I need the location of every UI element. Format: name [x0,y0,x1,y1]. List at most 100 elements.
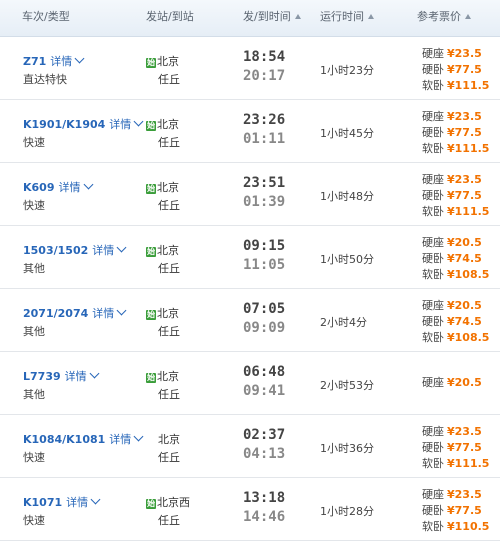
detail-link[interactable]: 详情 [92,305,127,320]
price-amount: ¥111.5 [447,142,490,155]
price-list: 硬座 ¥20.5 [422,375,482,391]
train-type: 快速 [23,514,45,527]
departure-station-name: 北京 [157,244,179,257]
detail-label[interactable]: 详情 [50,55,72,68]
price-item: 硬座 ¥23.5 [422,424,489,440]
price-item: 软卧 ¥108.5 [422,330,489,346]
travel-duration: 2小时4分 [320,316,367,329]
detail-link[interactable]: 详情 [66,494,101,509]
seat-class-label: 软卧 [422,205,444,218]
arrival-station: 任丘 [158,73,180,86]
chevron-down-icon[interactable] [89,368,100,379]
departure-station: 始北京 [146,53,179,69]
price-item: 软卧 ¥111.5 [422,456,489,472]
origin-station-badge: 始 [146,247,156,257]
train-number[interactable]: K1084/K1081 [23,433,105,446]
seat-class-label: 硬卧 [422,441,444,454]
chevron-down-icon[interactable] [133,116,144,127]
table-row: Z71 详情 直达特快 始北京 任丘 18:54 20:17 1小时23分 硬座 ¥… [0,37,500,100]
price-amount: ¥23.5 [447,425,482,438]
departure-station: 始北京 [146,368,179,384]
sort-icon[interactable] [294,14,301,19]
price-amount: ¥108.5 [447,331,490,344]
arrival-time: 04:13 [243,446,286,462]
arrival-station: 任丘 [158,325,180,338]
origin-station-badge: 始 [146,184,156,194]
detail-link[interactable]: 详情 [50,53,85,68]
detail-link[interactable]: 详情 [65,368,100,383]
chevron-down-icon[interactable] [90,494,101,505]
sort-icon[interactable] [465,14,471,19]
detail-label[interactable]: 详情 [59,181,81,194]
price-amount: ¥20.5 [447,236,482,249]
seat-class-label: 硬卧 [422,252,444,265]
train-number[interactable]: 1503/1502 [23,244,88,257]
train-number-link[interactable]: K1071 详情 [23,494,101,510]
train-number-link[interactable]: K1901/K1904 详情 [23,116,144,132]
detail-label[interactable]: 详情 [66,496,88,509]
price-list: 硬座 ¥20.5 硬卧 ¥74.5 软卧 ¥108.5 [422,298,489,346]
train-type: 直达特快 [23,73,67,86]
price-item: 硬卧 ¥77.5 [422,188,489,204]
detail-link[interactable]: 详情 [59,179,93,194]
header-times-label: 发/到时间 [243,10,291,23]
detail-label[interactable]: 详情 [92,307,114,320]
seat-class-label: 硬卧 [422,63,444,76]
price-item: 硬卧 ¥74.5 [422,251,489,267]
price-list: 硬座 ¥23.5 硬卧 ¥77.5 软卧 ¥111.5 [422,109,489,157]
detail-link[interactable]: 详情 [92,242,127,257]
departure-station-name: 北京 [157,55,179,68]
price-amount: ¥23.5 [447,110,482,123]
header-duration[interactable]: 运行时间 [320,0,374,36]
train-number[interactable]: L7739 [23,370,61,383]
train-number-link[interactable]: K609 详情 [23,179,93,195]
chevron-down-icon[interactable] [116,242,127,253]
train-number-link[interactable]: 1503/1502 详情 [23,242,127,258]
train-number-link[interactable]: Z71 详情 [23,53,85,69]
arrival-time: 11:05 [243,257,286,273]
train-number[interactable]: K609 [23,181,55,194]
detail-link[interactable]: 详情 [109,116,144,131]
header-price[interactable]: 参考票价 [417,0,471,36]
train-number[interactable]: 2071/2074 [23,307,88,320]
seat-class-label: 硬座 [422,425,444,438]
arrival-station: 任丘 [158,388,180,401]
train-number[interactable]: K1901/K1904 [23,118,105,131]
detail-label[interactable]: 详情 [92,244,114,257]
origin-station-badge: 始 [146,373,156,383]
departure-time: 13:18 [243,490,286,506]
seat-class-label: 软卧 [422,79,444,92]
seat-class-label: 硬卧 [422,189,444,202]
seat-class-label: 软卧 [422,142,444,155]
train-type: 快速 [23,199,45,212]
train-type: 其他 [23,325,45,338]
detail-label[interactable]: 详情 [65,370,87,383]
seat-class-label: 软卧 [422,457,444,470]
arrival-time: 01:11 [243,131,286,147]
arrival-station: 任丘 [158,262,180,275]
train-number-link[interactable]: K1084/K1081 详情 [23,431,144,447]
table-row: K609 详情 快速 始北京 任丘 23:51 01:39 1小时48分 硬座 ¥2… [0,163,500,226]
train-number-link[interactable]: 2071/2074 详情 [23,305,127,321]
sort-icon[interactable] [368,14,374,19]
detail-label[interactable]: 详情 [109,118,131,131]
travel-duration: 1小时28分 [320,505,374,518]
train-number-link[interactable]: L7739 详情 [23,368,100,384]
chevron-down-icon[interactable] [83,179,93,190]
chevron-down-icon[interactable] [116,305,127,316]
price-amount: ¥111.5 [447,79,490,92]
train-number[interactable]: K1071 [23,496,62,509]
departure-station-name: 北京 [157,370,179,383]
departure-station: 始北京西 [146,494,190,510]
seat-class-label: 硬座 [422,236,444,249]
detail-label[interactable]: 详情 [109,433,131,446]
chevron-down-icon[interactable] [133,431,144,442]
price-amount: ¥74.5 [447,315,482,328]
departure-station: 始北京 [146,305,179,321]
travel-duration: 1小时45分 [320,127,374,140]
detail-link[interactable]: 详情 [109,431,144,446]
header-times[interactable]: 发/到时间 [243,0,301,36]
train-number[interactable]: Z71 [23,55,46,68]
price-amount: ¥74.5 [447,252,482,265]
chevron-down-icon[interactable] [74,53,85,64]
